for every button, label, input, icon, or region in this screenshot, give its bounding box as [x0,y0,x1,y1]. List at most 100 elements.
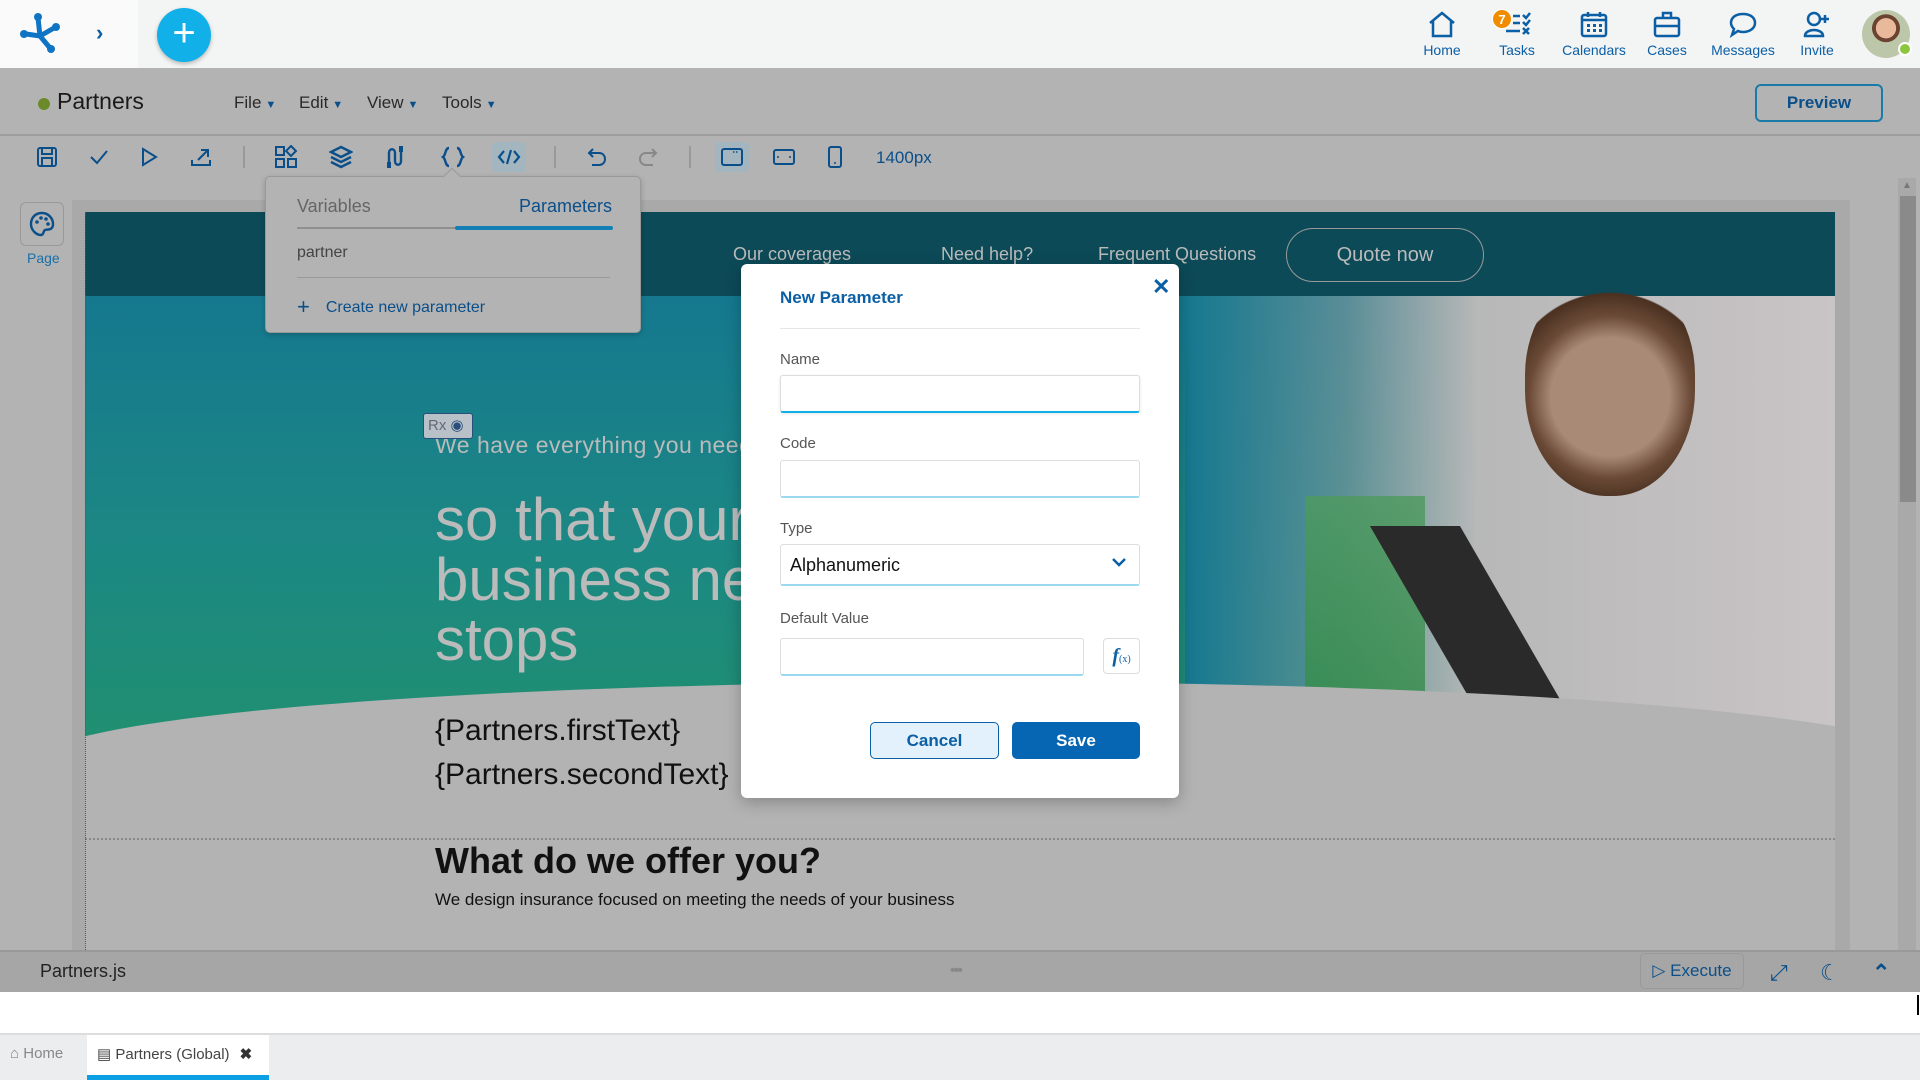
menu-tools[interactable]: Tools ▼ [442,93,497,113]
preview-button[interactable]: Preview [1755,84,1883,122]
list-divider [297,277,610,278]
site-nav-need-help[interactable]: Need help? [941,244,1033,265]
tab-partners-global[interactable]: ▤ Partners (Global) ✖ [87,1035,269,1080]
menu-file[interactable]: File ▼ [234,93,276,113]
chat-icon [1729,12,1757,38]
name-field-label: Name [780,351,821,368]
execute-button[interactable]: ▷ Execute [1640,953,1744,989]
eye-icon: ◉ [450,417,464,434]
menu-tools-label: Tools [442,93,482,112]
page-properties-button[interactable] [20,202,64,246]
panel-resize-handle[interactable]: ••• [950,962,963,980]
param-text-first[interactable]: {Partners.firstText} [435,714,680,748]
offer-title[interactable]: What do we offer you? [435,840,821,882]
nav-messages[interactable]: Messages [1703,8,1783,58]
param-text-second[interactable]: {Partners.secondText} [435,758,729,792]
site-nav-our-coverages[interactable]: Our coverages [733,244,851,265]
menu-edit-label: Edit [299,93,329,112]
collapse-panel-chevron-up-icon[interactable]: ⌃ [1872,960,1890,986]
tab-variables[interactable]: Variables [297,196,371,217]
quote-now-button[interactable]: Quote now [1286,228,1484,282]
expand-sidebar-chevron-icon[interactable]: › [96,20,103,46]
mobile-view-icon[interactable] [818,142,852,172]
execute-label: Execute [1670,961,1732,980]
chevron-down-icon[interactable] [1110,553,1128,576]
parameter-list-item[interactable]: partner [297,244,348,262]
nav-tasks[interactable]: Tasks [1479,8,1555,58]
offer-subtitle[interactable]: We design insurance focused on meeting t… [435,890,954,910]
cancel-button[interactable]: Cancel [870,722,999,759]
nav-tasks-label: Tasks [1499,42,1535,58]
run-play-icon[interactable] [132,142,166,172]
flow-connector-icon[interactable] [379,142,413,172]
desktop-view-icon[interactable] [715,142,749,172]
plus-icon: + [297,294,310,319]
code-input[interactable] [780,460,1140,498]
variables-braces-icon[interactable] [436,142,470,172]
reactive-badge[interactable]: Rx ◉ [423,413,473,439]
tasks-count-badge: 7 [1492,9,1512,29]
tab-home-label: Home [23,1045,64,1062]
nav-calendars[interactable]: Calendars [1554,8,1634,58]
tab-partners-label: Partners (Global) [115,1046,230,1063]
expand-panel-icon[interactable]: ⤢ [1770,960,1788,986]
home-icon: ⌂ [10,1045,24,1062]
scroll-up-arrow-icon[interactable]: ▲ [1902,180,1912,191]
chevron-down-icon: ▼ [332,99,344,111]
type-field-label: Type [780,520,813,537]
menu-view[interactable]: View ▼ [367,93,418,113]
menu-bar [0,68,1920,136]
home-icon [1429,11,1455,38]
dark-mode-moon-icon[interactable]: ☾ [1820,960,1840,986]
publish-icon[interactable] [184,142,218,172]
logo-icon [20,13,60,53]
dialog-divider [780,328,1140,329]
canvas-width-label: 1400px [876,148,932,167]
components-icon[interactable] [269,142,303,172]
save-icon[interactable] [30,142,64,172]
app-logo[interactable] [0,0,138,68]
dialog-title: New Parameter [780,288,903,307]
default-value-field-label: Default Value [780,610,869,627]
script-file-name: Partners.js [40,961,127,981]
code-editor-icon[interactable] [492,142,526,172]
nav-invite[interactable]: Invite [1779,8,1855,58]
create-param-label: Create new parameter [325,299,486,316]
status-dot [38,98,50,110]
nav-messages-label: Messages [1711,42,1775,58]
nav-home-label: Home [1423,42,1461,58]
undo-icon[interactable] [580,142,614,172]
nav-cases[interactable]: Cases [1629,8,1705,58]
close-icon[interactable]: ✕ [1152,274,1170,300]
code-editor-area[interactable] [0,992,1920,1035]
page-title: Partners [57,88,144,114]
toolbar-divider [243,146,245,168]
tablet-view-icon[interactable] [767,142,801,172]
create-new-button[interactable]: + [157,8,211,62]
formula-fx-button[interactable]: f(x) [1103,638,1140,674]
menu-edit[interactable]: Edit ▼ [299,93,343,113]
create-new-parameter-link[interactable]: + Create new parameter [297,294,485,320]
site-nav-faq[interactable]: Frequent Questions [1098,244,1256,265]
menu-file-label: File [234,93,262,112]
calendar-icon [1580,12,1608,38]
chevron-down-icon: ▼ [407,99,419,111]
validate-check-icon[interactable] [82,142,116,172]
redo-icon[interactable] [631,142,665,172]
name-input[interactable] [780,375,1140,413]
default-value-input[interactable] [780,638,1084,676]
document-tab-bar [0,1035,1920,1080]
text-cursor [1917,995,1919,1015]
nav-calendars-label: Calendars [1562,42,1626,58]
toolbar-divider [689,146,691,168]
nav-home[interactable]: Home [1404,8,1480,58]
tab-parameters[interactable]: Parameters [519,196,612,217]
hero-subtitle[interactable]: We have everything you need [435,432,752,459]
layers-icon[interactable] [324,142,358,172]
close-tab-icon[interactable]: ✖ [240,1046,253,1063]
type-select[interactable]: Alphanumeric [780,544,1140,586]
canvas-boundary [85,212,86,992]
scrollbar-thumb[interactable] [1900,196,1916,502]
save-button[interactable]: Save [1012,722,1140,759]
tab-home[interactable]: ⌂ Home [10,1045,63,1062]
